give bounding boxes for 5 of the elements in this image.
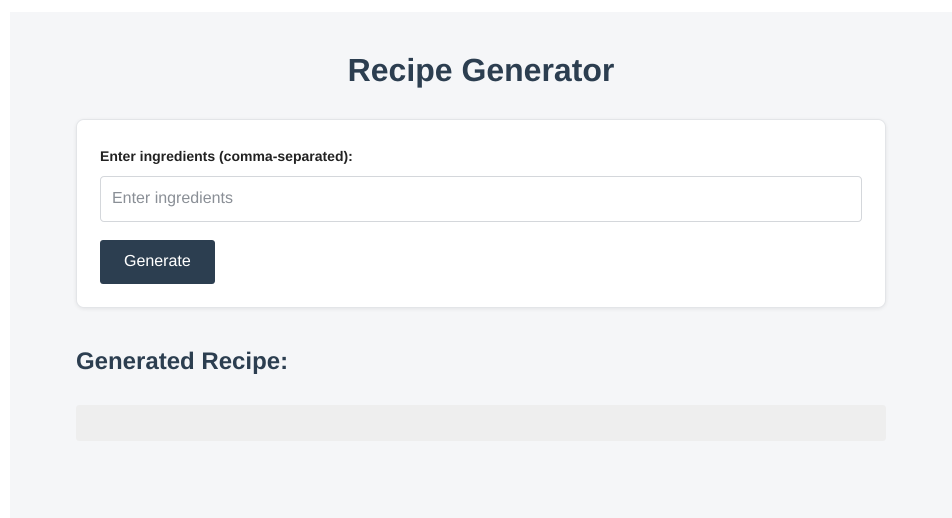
- ingredients-label: Enter ingredients (comma-separated):: [100, 147, 353, 165]
- generate-button[interactable]: Generate: [100, 240, 215, 284]
- recipe-heading: Generated Recipe:: [76, 347, 290, 377]
- page-title: Recipe Generator: [348, 51, 614, 90]
- ingredients-field[interactable]: Enter ingredients: [100, 176, 862, 222]
